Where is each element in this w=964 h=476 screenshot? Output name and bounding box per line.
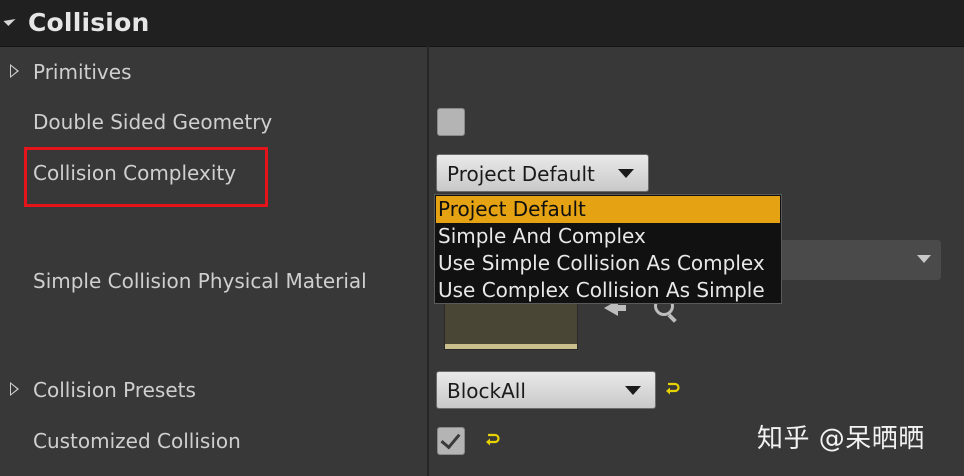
property-label-physical-material: Simple Collision Physical Material (33, 269, 367, 293)
property-label-collision-presets: Collision Presets (33, 378, 196, 402)
menu-item-project-default[interactable]: Project Default (436, 196, 780, 223)
thumbnail-color-bar (445, 344, 577, 349)
watermark-text: 知乎 @呆晒晒 (757, 424, 925, 454)
menu-item-simple-and-complex[interactable]: Simple And Complex (436, 223, 780, 250)
chevron-down-icon (618, 169, 634, 178)
property-label-primitives: Primitives (33, 60, 132, 84)
collision-presets-combo[interactable]: BlockAll (436, 371, 656, 409)
collision-complexity-dropdown-menu: Project Default Simple And Complex Use S… (434, 194, 782, 304)
physical-material-combo[interactable] (779, 240, 941, 280)
column-divider[interactable] (427, 46, 429, 476)
property-label-customized-collision: Customized Collision (33, 429, 241, 453)
reset-arrow-icon[interactable] (484, 432, 500, 448)
annotation-highlight-box (24, 147, 268, 207)
details-panel: Collision Primitives Double Sided Geomet… (0, 0, 964, 476)
section-header-collision[interactable]: Collision (0, 0, 964, 47)
collision-presets-value: BlockAll (447, 379, 526, 403)
physical-material-thumbnail[interactable] (444, 302, 578, 350)
collapse-triangle-icon (3, 13, 16, 27)
double-sided-geometry-checkbox[interactable] (437, 108, 465, 136)
chevron-down-icon (625, 386, 641, 395)
chevron-down-icon (917, 255, 931, 263)
section-title: Collision (28, 8, 150, 37)
property-label-double-sided-geometry: Double Sided Geometry (33, 110, 273, 134)
collision-complexity-value: Project Default (447, 162, 595, 186)
collision-complexity-combo[interactable]: Project Default (436, 154, 649, 192)
menu-item-use-complex-as-simple[interactable]: Use Complex Collision As Simple (436, 277, 780, 304)
customized-collision-checkbox[interactable] (437, 427, 465, 455)
reset-arrow-icon[interactable] (664, 381, 680, 397)
checkmark-icon (440, 428, 461, 450)
expand-triangle-icon[interactable] (10, 382, 19, 396)
menu-item-use-simple-as-complex[interactable]: Use Simple Collision As Complex (436, 250, 780, 277)
expand-triangle-icon[interactable] (10, 64, 19, 78)
